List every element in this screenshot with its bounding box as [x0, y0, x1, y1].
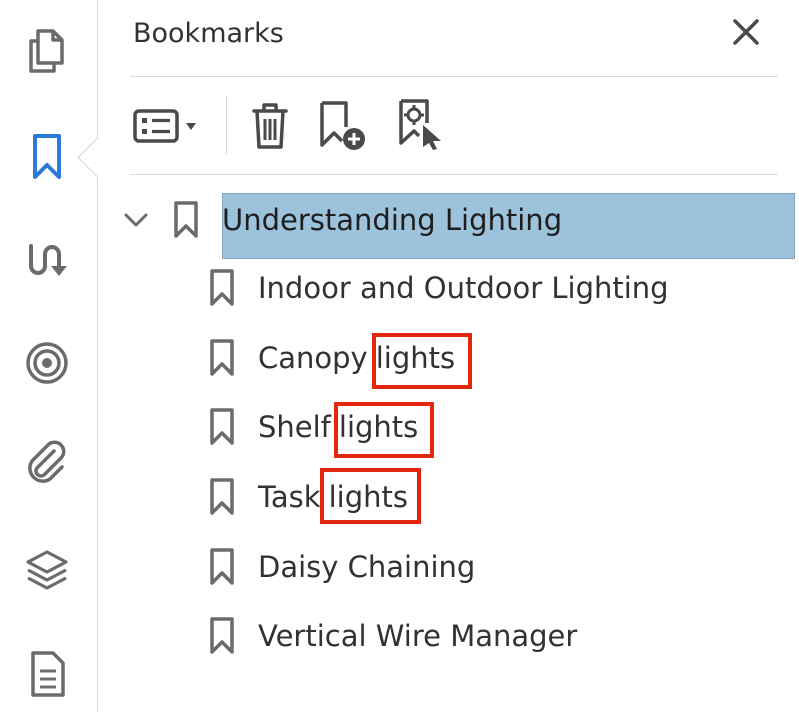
- bookmarks-panel-icon[interactable]: [22, 132, 72, 182]
- document-icon[interactable]: [22, 648, 72, 698]
- layers-icon[interactable]: [22, 545, 72, 595]
- delete-icon: [252, 103, 288, 149]
- pages-icon[interactable]: [22, 26, 72, 76]
- panel-title: Bookmarks: [133, 18, 284, 49]
- target-icon[interactable]: [22, 338, 72, 388]
- bookmark-icon: [208, 548, 236, 586]
- divider: [130, 76, 778, 77]
- match-highlight-box: [320, 468, 421, 524]
- bookmark-icon: [208, 617, 236, 655]
- match-highlight-box: [334, 402, 434, 458]
- divider: [130, 174, 778, 175]
- find-current-bookmark-button[interactable]: [395, 96, 451, 154]
- options-menu-button[interactable]: [132, 96, 206, 154]
- close-button[interactable]: [728, 14, 764, 50]
- bookmark-label-prefix: Task: [258, 480, 321, 514]
- navigation-rail: [0, 0, 98, 712]
- bookmark-label: Indoor and Outdoor Lighting: [258, 271, 669, 305]
- bookmark-item-vertical-wire-manager[interactable]: Vertical Wire Manager: [208, 607, 577, 665]
- bookmark-item-indoor-outdoor-lighting[interactable]: Indoor and Outdoor Lighting: [208, 259, 669, 317]
- bookmark-label: Vertical Wire Manager: [258, 619, 578, 653]
- bookmark-label: Understanding Lighting: [222, 203, 563, 237]
- toolbar-separator: [226, 96, 227, 154]
- new-bookmark-icon: [320, 101, 365, 150]
- bookmark-icon: [208, 269, 236, 307]
- chevron-down-icon[interactable]: [122, 206, 150, 234]
- delete-bookmark-button[interactable]: [246, 96, 294, 154]
- bookmark-label-prefix: Canopy: [258, 341, 368, 375]
- bookmark-icon: [208, 339, 236, 377]
- find-current-bookmark-icon: [399, 99, 441, 150]
- bookmark-item-understanding-lighting[interactable]: Understanding Lighting: [172, 191, 562, 249]
- bookmark-icon: [172, 201, 200, 239]
- bookmark-item-daisy-chaining[interactable]: Daisy Chaining: [208, 538, 475, 596]
- bookmark-icon: [208, 478, 236, 516]
- match-highlight-box: [372, 333, 472, 389]
- options-menu-icon: [133, 109, 196, 143]
- close-icon: [733, 19, 759, 45]
- new-bookmark-button[interactable]: [316, 96, 372, 154]
- bookmarks-panel: Bookmarks Understanding Lighting Indoor …: [98, 0, 799, 712]
- bookmark-label: Daisy Chaining: [258, 550, 476, 584]
- reading-order-icon[interactable]: [22, 236, 72, 286]
- bookmark-icon: [208, 408, 236, 446]
- attachment-icon[interactable]: [22, 438, 72, 488]
- bookmark-label-prefix: Shelf: [258, 410, 331, 444]
